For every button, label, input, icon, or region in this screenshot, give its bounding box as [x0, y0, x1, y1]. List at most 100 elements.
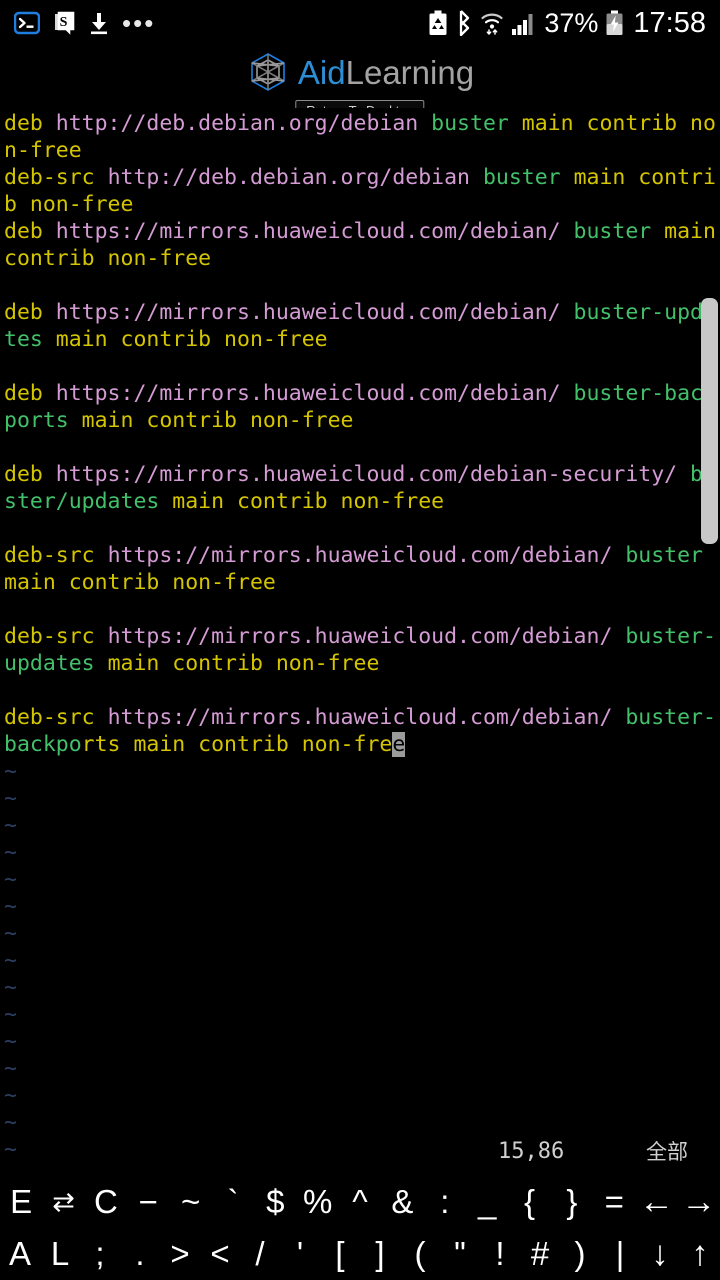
aid-learning-logo: AidLearning — [0, 46, 720, 94]
key-apostrophe[interactable]: ' — [280, 1228, 320, 1280]
key-less-than[interactable]: < — [200, 1228, 240, 1280]
return-to-desktop-button[interactable]: Return To Desktop — [295, 100, 425, 108]
vim-token: deb-src — [4, 165, 108, 190]
vim-token: rts main contrib non-fre — [81, 732, 393, 757]
vim-token: main contrib non-free — [81, 408, 354, 433]
vim-token: deb-src — [4, 624, 108, 649]
key-colon[interactable]: : — [424, 1176, 466, 1228]
key-brace-close[interactable]: } — [551, 1176, 593, 1228]
vim-line: deb-src https://mirrors.huaweicloud.com/… — [4, 623, 720, 677]
logo-wordmark: AidLearning — [298, 56, 474, 89]
key-quote[interactable]: " — [440, 1228, 480, 1280]
vim-token: https://mirrors.huaweicloud.com/debian/ — [107, 705, 626, 730]
vim-empty-line-marker: ~ — [4, 1029, 17, 1054]
key-bracket-open[interactable]: [ — [320, 1228, 360, 1280]
logo-aid-text: Aid — [297, 53, 346, 91]
key-exclamation[interactable]: ! — [480, 1228, 520, 1280]
battery-saver-icon — [428, 10, 448, 36]
key-caret[interactable]: ^ — [339, 1176, 381, 1228]
vim-empty-line-marker: ~ — [4, 1002, 17, 1027]
vim-line: deb http://deb.debian.org/debian buster … — [4, 110, 720, 164]
key-percent[interactable]: % — [297, 1176, 339, 1228]
note-app-icon: S — [52, 11, 76, 35]
key-paren-open[interactable]: ( — [400, 1228, 440, 1280]
key-arrow-down[interactable]: ↓ — [640, 1228, 680, 1280]
key-bracket-close[interactable]: ] — [360, 1228, 400, 1280]
vim-empty-line-marker: ~ — [4, 867, 17, 892]
vim-token: deb — [4, 111, 56, 136]
vim-token: http://deb.debian.org/debian — [107, 165, 483, 190]
vim-token: deb-src — [4, 543, 108, 568]
vim-token: buster — [431, 111, 522, 136]
vim-terminal-area[interactable]: deb http://deb.debian.org/debian buster … — [0, 108, 720, 1178]
key-tilde[interactable]: ~ — [169, 1176, 211, 1228]
status-bar-system-icons: 37% 17:58 — [428, 7, 706, 38]
extra-keys-row-2[interactable]: A L;. > < / '[]("! #) | ↓ ↑ — [0, 1228, 720, 1280]
vim-status-line: 15,86 全部 — [0, 1135, 720, 1169]
vim-line: deb https://mirrors.huaweicloud.com/debi… — [4, 380, 720, 434]
aid-learning-mark-icon — [246, 50, 290, 94]
wifi-icon — [480, 10, 504, 36]
extra-keys-row-1[interactable]: E ⇄ C − ~ ` $% ^ &: _{} = ← → — [0, 1176, 720, 1228]
vim-token: https://mirrors.huaweicloud.com/debian-s… — [55, 462, 691, 487]
key-arrow-up[interactable]: ↑ — [680, 1228, 720, 1280]
key-arrow-right[interactable]: → — [678, 1176, 720, 1228]
vim-token: deb — [4, 219, 56, 244]
svg-text:S: S — [60, 15, 68, 30]
vim-token: main contrib non-free — [4, 570, 276, 595]
vim-line: deb https://mirrors.huaweicloud.com/debi… — [4, 218, 720, 272]
battery-percent-label: 37% — [544, 7, 599, 38]
vim-buffer-text: deb http://deb.debian.org/debian buster … — [0, 108, 720, 1163]
key-paren-close[interactable]: ) — [560, 1228, 600, 1280]
vim-empty-line-marker: ~ — [4, 759, 17, 784]
cursor-position-label: 15,86 — [498, 1139, 565, 1164]
vertical-scrollbar[interactable] — [701, 298, 718, 544]
key-greater-than[interactable]: > — [160, 1228, 200, 1280]
vim-token: https://mirrors.huaweicloud.com/debian/ — [55, 300, 574, 325]
vim-token: deb-src — [4, 705, 108, 730]
vim-token: buster — [482, 165, 574, 190]
key-arrow-left[interactable]: ← — [635, 1176, 677, 1228]
vim-empty-line-marker: ~ — [4, 894, 17, 919]
vim-empty-line-marker: ~ — [4, 813, 17, 838]
vim-line — [4, 434, 720, 461]
key-minus[interactable]: − — [127, 1176, 169, 1228]
vim-token: https://mirrors.huaweicloud.com/debian/ — [55, 381, 574, 406]
key-underscore[interactable]: _ — [466, 1176, 508, 1228]
vim-token: e — [392, 732, 406, 757]
vim-empty-line-marker: ~ — [4, 1083, 17, 1108]
vim-empty-line-marker: ~ — [4, 786, 17, 811]
key-esc[interactable]: E — [0, 1176, 42, 1228]
status-bar-notification-icons: S ••• — [14, 10, 155, 36]
vim-empty-line-marker: ~ — [4, 1056, 17, 1081]
vim-token: main contrib non-free — [55, 327, 328, 352]
battery-charging-icon — [605, 10, 624, 36]
vim-token: buster — [625, 543, 716, 568]
vim-token: main contrib non-free — [172, 489, 445, 514]
vim-empty-line-marker: ~ — [4, 921, 17, 946]
vim-line — [4, 272, 720, 299]
key-slash[interactable]: / — [240, 1228, 280, 1280]
scroll-percent-label: 全部 — [646, 1140, 688, 1164]
key-brace-open[interactable]: { — [508, 1176, 550, 1228]
key-backtick[interactable]: ` — [212, 1176, 254, 1228]
key-pipe[interactable]: | — [600, 1228, 640, 1280]
key-alt[interactable]: A — [0, 1228, 40, 1280]
vim-token: deb — [4, 300, 56, 325]
key-ampersand[interactable]: & — [381, 1176, 423, 1228]
key-tab[interactable]: ⇄ — [42, 1176, 84, 1228]
extra-keys-bar[interactable]: E ⇄ C − ~ ` $% ^ &: _{} = ← → A L;. > < / '[]("! #) | ↓ ↑ — [0, 1176, 720, 1280]
key-period[interactable]: . — [120, 1228, 160, 1280]
key-semicolon[interactable]: ; — [80, 1228, 120, 1280]
vim-line: deb https://mirrors.huaweicloud.com/debi… — [4, 299, 720, 353]
key-l[interactable]: L — [40, 1228, 80, 1280]
vim-line — [4, 596, 720, 623]
key-hash[interactable]: # — [520, 1228, 560, 1280]
key-ctrl[interactable]: C — [85, 1176, 127, 1228]
key-dollar[interactable]: $ — [254, 1176, 296, 1228]
vim-token: https://mirrors.huaweicloud.com/debian/ — [107, 624, 626, 649]
download-icon — [88, 11, 110, 35]
vim-token: https://mirrors.huaweicloud.com/debian/ — [55, 219, 574, 244]
vim-line — [4, 353, 720, 380]
key-equals[interactable]: = — [593, 1176, 635, 1228]
